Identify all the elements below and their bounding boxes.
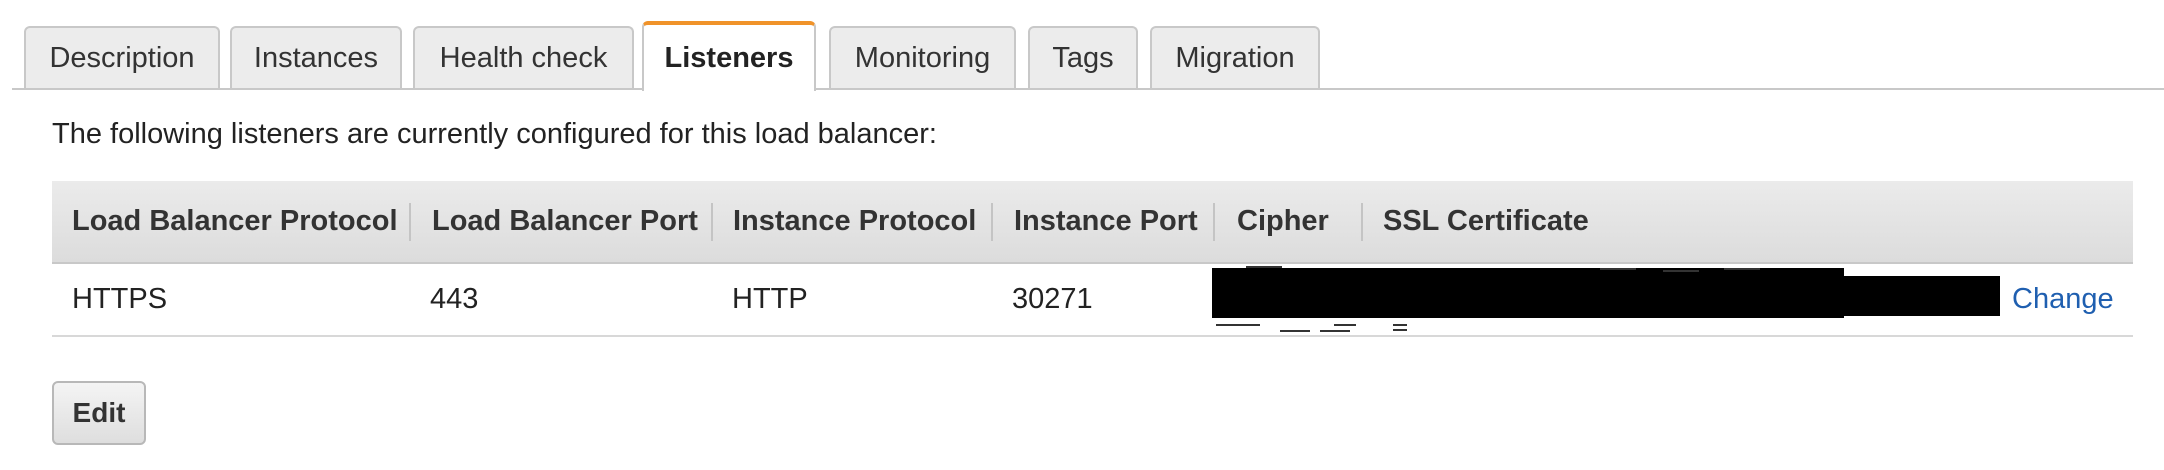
tab-migration[interactable]: Migration [1150, 26, 1320, 88]
cell-lb-protocol: HTTPS [72, 283, 168, 315]
tab-label: Description [49, 41, 195, 74]
redaction-fragment [1663, 270, 1699, 272]
tab-monitoring[interactable]: Monitoring [829, 26, 1016, 88]
listeners-table-header: Load Balancer Protocol Load Balancer Por… [52, 181, 2133, 264]
cell-instance-port: 30271 [1012, 283, 1093, 315]
cell-instance-protocol: HTTP [732, 283, 808, 315]
tab-label: Instances [253, 41, 379, 74]
redaction-fragment [1600, 268, 1636, 270]
col-lb-port: Load Balancer Port [432, 205, 698, 237]
redaction-fragment [1246, 266, 1282, 268]
tab-bar-divider [12, 88, 2164, 90]
column-divider [991, 203, 993, 241]
redaction-block [1212, 276, 2000, 316]
col-ssl-certificate: SSL Certificate [1383, 205, 1589, 237]
redaction-fragment [1724, 268, 1760, 270]
tab-label: Tags [1052, 41, 1114, 74]
column-divider [711, 203, 713, 241]
tab-label: Health check [439, 41, 608, 74]
redaction-fragment [1320, 330, 1350, 332]
table-row: HTTPS 443 HTTP 30271 Change [52, 264, 2133, 337]
cell-lb-port: 443 [430, 283, 479, 315]
column-divider [1213, 203, 1215, 241]
tab-label: Migration [1175, 41, 1295, 74]
tab-label: Monitoring [854, 41, 991, 74]
tab-health-check[interactable]: Health check [413, 26, 634, 88]
edit-button[interactable]: Edit [52, 381, 146, 445]
column-divider [1361, 203, 1363, 241]
col-lb-protocol: Load Balancer Protocol [72, 205, 398, 237]
tab-label: Listeners [664, 41, 794, 74]
redaction-fragment [1216, 324, 1260, 326]
column-divider [409, 203, 411, 241]
change-certificate-link[interactable]: Change [2012, 264, 2114, 335]
col-cipher: Cipher [1237, 205, 1329, 237]
tab-listeners[interactable]: Listeners [642, 21, 816, 91]
redaction-fragment [1280, 330, 1310, 332]
redaction-fragment [1393, 329, 1407, 331]
redaction-fragment [1393, 324, 1407, 326]
col-instance-port: Instance Port [1014, 205, 1198, 237]
tab-tags[interactable]: Tags [1028, 26, 1138, 88]
redaction-fragment [1334, 324, 1356, 326]
col-instance-protocol: Instance Protocol [733, 205, 977, 237]
listeners-intro: The following listeners are currently co… [52, 118, 937, 150]
tab-instances[interactable]: Instances [230, 26, 402, 88]
tab-description[interactable]: Description [24, 26, 220, 88]
